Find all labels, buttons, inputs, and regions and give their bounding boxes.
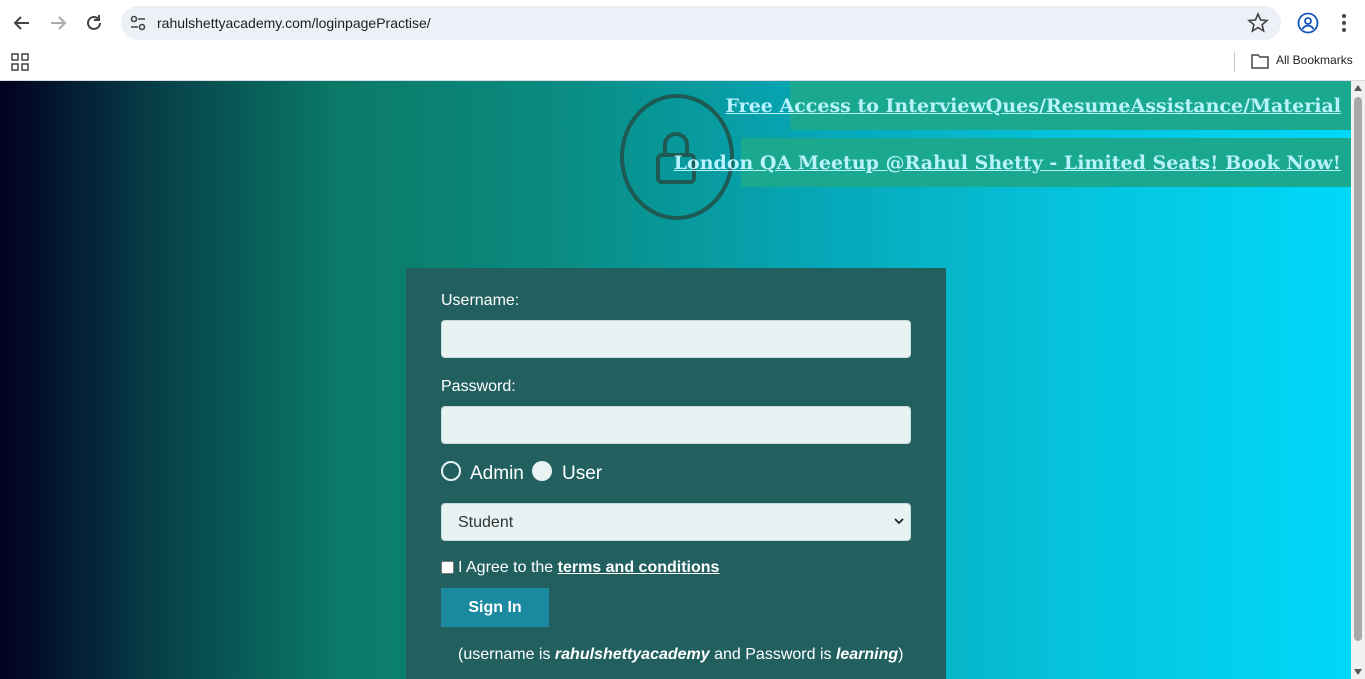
bookmarks-separator — [1234, 52, 1235, 72]
terms-text: I Agree to the terms and conditions — [458, 559, 719, 577]
credentials-hint: (username is rahulshettyacademy and Pass… — [458, 646, 904, 664]
user-radio[interactable] — [532, 461, 552, 481]
forward-arrow-icon[interactable] — [46, 11, 70, 35]
apps-grid-icon[interactable] — [11, 53, 29, 71]
password-label: Password: — [441, 378, 516, 395]
login-form: Username: Password: Admin User Student I… — [406, 268, 946, 679]
role-select[interactable]: Student — [441, 503, 911, 541]
back-arrow-icon[interactable] — [10, 11, 34, 35]
admin-radio-label[interactable]: Admin — [470, 463, 524, 485]
vertical-scrollbar[interactable] — [1351, 81, 1365, 679]
url-text[interactable]: rahulshettyacademy.com/loginpagePractise… — [157, 15, 431, 31]
bookmark-star-icon[interactable] — [1247, 12, 1269, 34]
interview-banner: Free Access to InterviewQues/ResumeAssis… — [726, 81, 1351, 130]
user-radio-label[interactable]: User — [562, 463, 602, 485]
chevron-down-icon — [894, 518, 904, 525]
username-label: Username: — [441, 292, 520, 309]
scroll-down-arrow-icon[interactable] — [1354, 669, 1362, 675]
hint-open: (username is — [458, 646, 555, 663]
page-background: Free Access to InterviewQues/ResumeAssis… — [0, 81, 1351, 679]
reload-icon[interactable] — [82, 11, 106, 35]
bookmarks-bar: All Bookmarks — [0, 46, 1365, 81]
scroll-thumb[interactable] — [1354, 97, 1362, 641]
role-select-value: Student — [458, 514, 514, 531]
terms-checkbox[interactable] — [441, 561, 454, 574]
meetup-banner-link[interactable]: London QA Meetup @Rahul Shetty - Limited… — [674, 152, 1341, 174]
sign-in-button[interactable]: Sign In — [441, 588, 549, 627]
hint-close: ) — [898, 646, 904, 663]
hint-username: rahulshettyacademy — [554, 646, 710, 663]
meetup-banner: London QA Meetup @Rahul Shetty - Limited… — [674, 138, 1351, 187]
terms-prefix: I Agree to the — [458, 559, 558, 576]
password-input[interactable] — [441, 406, 911, 444]
interview-banner-link[interactable]: Free Access to InterviewQues/ResumeAssis… — [726, 95, 1341, 117]
browser-toolbar: rahulshettyacademy.com/loginpagePractise… — [0, 0, 1365, 46]
address-bar[interactable]: rahulshettyacademy.com/loginpagePractise… — [121, 6, 1281, 40]
scroll-up-arrow-icon[interactable] — [1354, 85, 1362, 91]
username-input[interactable] — [441, 320, 911, 358]
folder-icon[interactable] — [1251, 53, 1269, 69]
terms-link[interactable]: terms and conditions — [558, 559, 720, 576]
menu-kebab-icon[interactable] — [1334, 12, 1354, 34]
hint-mid: and Password is — [709, 646, 836, 663]
admin-radio[interactable] — [441, 461, 461, 481]
all-bookmarks-link[interactable]: All Bookmarks — [1276, 53, 1353, 67]
hint-password: learning — [835, 646, 899, 663]
profile-icon[interactable] — [1297, 12, 1319, 34]
site-info-icon[interactable] — [129, 14, 147, 32]
